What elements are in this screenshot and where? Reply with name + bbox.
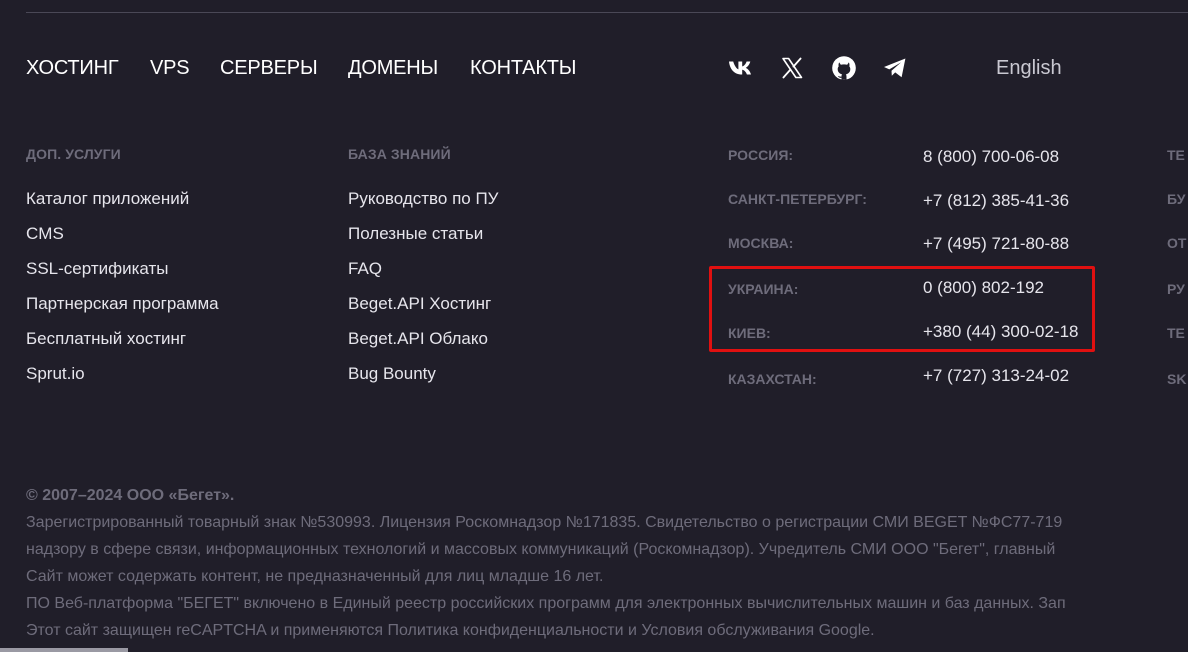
region-saint-petersburg: САНКТ-ПЕТЕРБУРГ: <box>728 191 867 207</box>
edge-label: РУ <box>1167 281 1185 297</box>
edge-label: ТЕ <box>1167 147 1185 163</box>
edge-label: ТЕ <box>1167 325 1185 341</box>
edge-label: ОТ <box>1167 235 1187 251</box>
top-divider <box>26 12 1188 13</box>
legal-line-regulator: надзору в сфере связи, информационных те… <box>26 541 1056 558</box>
phone-russia[interactable]: 8 (800) 700-06-08 <box>923 147 1059 167</box>
region-kazakhstan: КАЗАХСТАН: <box>728 371 817 387</box>
region-moscow: МОСКВА: <box>728 235 794 251</box>
nav-domains[interactable]: ДОМЕНЫ <box>348 57 438 80</box>
nav-servers[interactable]: СЕРВЕРЫ <box>220 57 318 80</box>
phone-kazakhstan[interactable]: +7 (727) 313-24-02 <box>923 366 1069 386</box>
nav-vps[interactable]: VPS <box>150 57 190 80</box>
link-bug-bounty[interactable]: Bug Bounty <box>348 364 436 384</box>
telegram-icon[interactable] <box>882 55 908 81</box>
link-app-catalog[interactable]: Каталог приложений <box>26 189 189 209</box>
highlight-box <box>709 266 1095 352</box>
link-cms[interactable]: CMS <box>26 224 64 244</box>
legal-line-trademark: Зарегистрированный товарный знак №530993… <box>26 514 1063 531</box>
legal-line-age-notice: Сайт может содержать контент, не предназ… <box>26 568 604 585</box>
github-icon[interactable] <box>831 55 857 81</box>
copyright: © 2007–2024 ООО «Бегет». <box>26 487 235 504</box>
legal-line-recaptcha: Этот сайт защищен reCAPTCHA и применяютс… <box>26 622 875 639</box>
edge-label: SK <box>1167 371 1187 387</box>
phone-saint-petersburg[interactable]: +7 (812) 385-41-36 <box>923 191 1069 211</box>
link-ssl-certificates[interactable]: SSL-сертификаты <box>26 259 169 279</box>
link-cp-guide[interactable]: Руководство по ПУ <box>348 189 498 209</box>
link-useful-articles[interactable]: Полезные статьи <box>348 224 483 244</box>
link-api-hosting[interactable]: Beget.API Хостинг <box>348 294 491 314</box>
link-faq[interactable]: FAQ <box>348 259 382 279</box>
x-icon[interactable] <box>779 55 805 81</box>
link-sprut-io[interactable]: Sprut.io <box>26 364 85 384</box>
phone-moscow[interactable]: +7 (495) 721-80-88 <box>923 234 1069 254</box>
footer-page: ХОСТИНГ VPS СЕРВЕРЫ ДОМЕНЫ КОНТАКТЫ Engl… <box>0 0 1188 652</box>
edge-label: БУ <box>1167 191 1186 207</box>
link-free-hosting[interactable]: Бесплатный хостинг <box>26 329 186 349</box>
horizontal-scrollbar[interactable] <box>0 648 128 652</box>
knowledge-base-heading: БАЗА ЗНАНИЙ <box>348 146 451 162</box>
vk-icon[interactable] <box>728 55 754 81</box>
extra-services-heading: ДОП. УСЛУГИ <box>26 146 121 162</box>
nav-contacts[interactable]: КОНТАКТЫ <box>470 57 576 80</box>
link-partner-program[interactable]: Партнерская программа <box>26 294 219 314</box>
link-api-cloud[interactable]: Beget.API Облако <box>348 329 488 349</box>
language-switch[interactable]: English <box>996 57 1062 80</box>
nav-hosting[interactable]: ХОСТИНГ <box>26 57 119 80</box>
region-russia: РОССИЯ: <box>728 147 794 163</box>
legal-line-software-registry: ПО Веб-платформа "БЕГЕТ" включено в Един… <box>26 595 1066 612</box>
